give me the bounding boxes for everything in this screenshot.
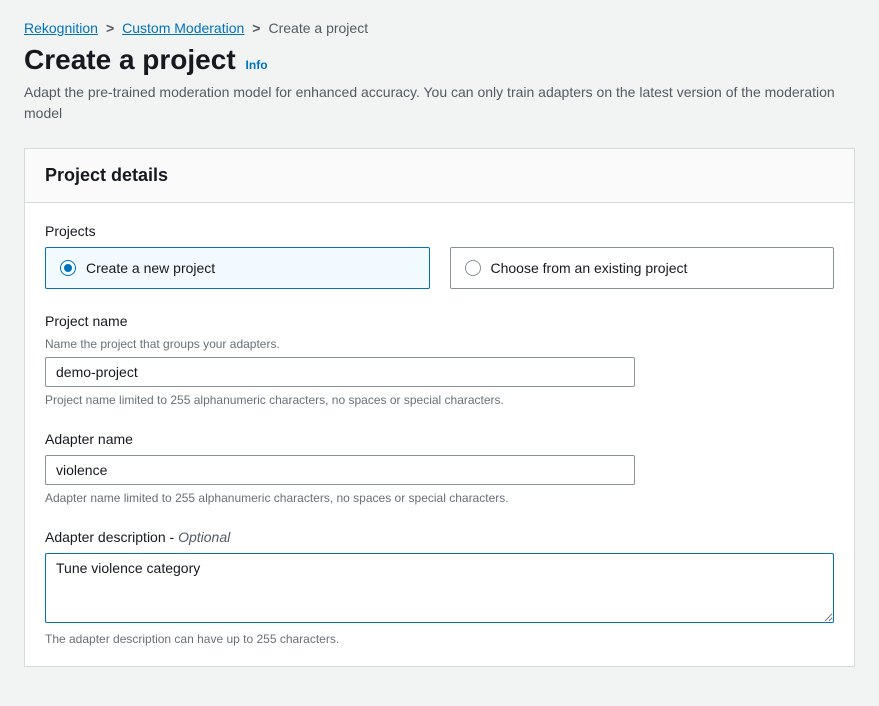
project-name-input[interactable] [45,357,635,387]
radio-create-new-project[interactable]: Create a new project [45,247,430,289]
radio-label: Create a new project [86,260,215,276]
projects-radio-group: Create a new project Choose from an exis… [45,247,834,289]
breadcrumb-link-rekognition[interactable]: Rekognition [24,20,98,36]
page-title: Create a project [24,44,236,75]
page-subtitle: Adapt the pre-trained moderation model f… [24,82,855,124]
projects-field: Projects Create a new project Choose fro… [45,223,834,289]
project-name-hint: Name the project that groups your adapte… [45,337,834,351]
panel-header: Project details [25,149,854,203]
project-name-field: Project name Name the project that group… [45,313,834,407]
project-name-help: Project name limited to 255 alphanumeric… [45,393,834,407]
project-name-label: Project name [45,313,834,329]
panel-title: Project details [45,165,834,186]
chevron-right-icon: > [252,20,260,36]
adapter-description-label: Adapter description - Optional [45,529,834,545]
panel-body: Projects Create a new project Choose fro… [25,203,854,666]
project-details-panel: Project details Projects Create a new pr… [24,148,855,667]
radio-label: Choose from an existing project [491,260,688,276]
chevron-right-icon: > [106,20,114,36]
projects-label: Projects [45,223,834,239]
adapter-description-help: The adapter description can have up to 2… [45,632,834,646]
adapter-description-field: Adapter description - Optional The adapt… [45,529,834,646]
breadcrumb: Rekognition > Custom Moderation > Create… [24,20,855,36]
breadcrumb-link-custom-moderation[interactable]: Custom Moderation [122,20,244,36]
page-header: Create a project Info Adapt the pre-trai… [24,44,855,124]
adapter-name-field: Adapter name Adapter name limited to 255… [45,431,834,505]
adapter-name-label: Adapter name [45,431,834,447]
breadcrumb-current: Create a project [268,20,368,36]
radio-icon [60,260,76,276]
adapter-name-help: Adapter name limited to 255 alphanumeric… [45,491,834,505]
adapter-description-textarea[interactable] [45,553,834,623]
radio-choose-existing-project[interactable]: Choose from an existing project [450,247,835,289]
radio-icon [465,260,481,276]
info-link[interactable]: Info [246,58,268,72]
adapter-name-input[interactable] [45,455,635,485]
